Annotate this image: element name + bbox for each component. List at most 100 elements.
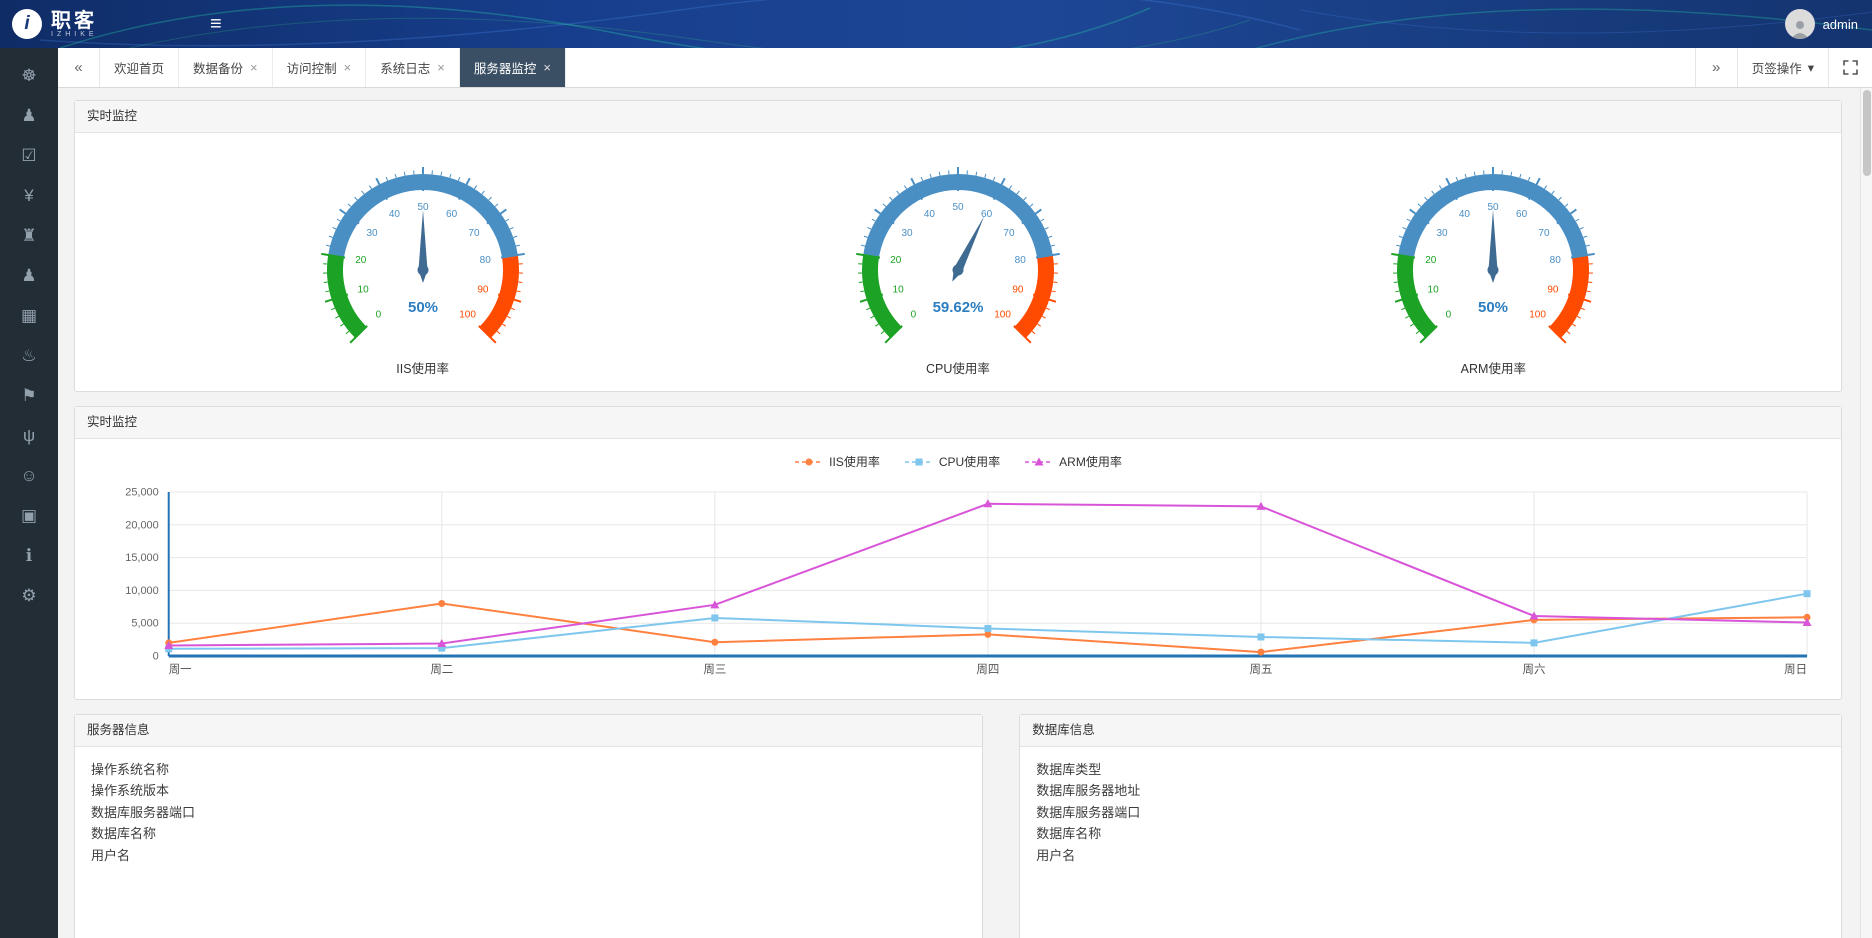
tab-3[interactable]: 系统日志× (366, 48, 460, 87)
sidebar-item-gears[interactable]: ⚙ (0, 576, 58, 616)
svg-text:0: 0 (1446, 310, 1452, 321)
realtime-gauges-panel: 实时监控 010203040506070809010050%IIS使用率0102… (74, 100, 1842, 392)
briefcase-icon: ▦ (21, 306, 37, 326)
svg-text:90: 90 (1548, 284, 1560, 295)
tab-close-icon[interactable]: × (344, 60, 352, 75)
user-group-icon: ♟ (21, 106, 36, 126)
tab-strip: 欢迎首页数据备份×访问控制×系统日志× 服务器监控 × (100, 48, 1695, 87)
scrollbar-thumb[interactable] (1863, 90, 1871, 176)
tab-close-icon[interactable]: × (543, 60, 551, 75)
line-chart: 05,00010,00015,00020,00025,000周一周二周三周四周五… (89, 480, 1827, 686)
svg-text:100: 100 (994, 310, 1011, 321)
svg-text:20: 20 (890, 255, 902, 266)
svg-text:100: 100 (459, 310, 476, 321)
fullscreen-icon (1843, 60, 1858, 75)
sidebar-item-check-square[interactable]: ☑ (0, 136, 58, 176)
svg-text:周三: 周三 (703, 663, 726, 676)
menu-toggle-icon[interactable]: ≡ (210, 0, 222, 48)
tab-4[interactable]: 服务器监控 × (460, 48, 566, 87)
username: admin (1823, 17, 1858, 32)
db-info-list: 数据库类型数据库服务器地址数据库服务器端口数据库名称用户名 (1020, 747, 1841, 938)
graduation-cap-icon: ⚑ (21, 386, 36, 406)
sidebar-item-thermometer[interactable]: ♨ (0, 336, 58, 376)
sidebar-item-display[interactable]: ▣ (0, 496, 58, 536)
user-menu[interactable]: admin (1785, 0, 1858, 48)
bank-icon: ♜ (21, 226, 36, 246)
gauge-value: 50% (1478, 299, 1508, 316)
gears-icon: ⚙ (21, 586, 36, 606)
svg-text:周四: 周四 (976, 663, 999, 676)
sidebar-item-user[interactable]: ☺ (0, 456, 58, 496)
info-row: 数据库名称 (1036, 823, 1825, 844)
chevron-down-icon: ▾ (1808, 60, 1814, 75)
tabs-scroll-right-button[interactable]: » (1695, 48, 1737, 87)
sidebar-item-team[interactable]: ♟ (0, 256, 58, 296)
tab-close-icon[interactable]: × (437, 60, 445, 75)
svg-text:10: 10 (1428, 284, 1440, 295)
panel-title: 实时监控 (75, 407, 1841, 439)
realtime-line-panel: 实时监控 IIS使用率CPU使用率ARM使用率 05,00010,00015,0… (74, 406, 1842, 700)
topbar: i 职客 IZHIKE ≡ admin (0, 0, 1872, 48)
team-icon: ♟ (21, 266, 36, 286)
sidebar-item-graduation-cap[interactable]: ⚑ (0, 376, 58, 416)
sidebar-item-yen[interactable]: ¥ (0, 176, 58, 216)
legend-label: CPU使用率 (939, 453, 1000, 470)
server-info-list: 操作系统名称操作系统版本数据库服务器端口数据库名称用户名 (75, 747, 982, 938)
svg-text:40: 40 (388, 209, 400, 220)
legend-marker-icon (794, 456, 824, 468)
check-square-icon: ☑ (21, 146, 36, 166)
svg-text:80: 80 (1015, 255, 1027, 266)
vertical-scrollbar[interactable] (1860, 88, 1872, 938)
svg-text:周日: 周日 (1784, 663, 1807, 676)
legend-item-0[interactable]: IIS使用率 (794, 453, 880, 470)
sidebar-item-briefcase[interactable]: ▦ (0, 296, 58, 336)
brand-subtitle: IZHIKE (51, 31, 98, 38)
tab-1[interactable]: 数据备份× (179, 48, 273, 87)
svg-text:70: 70 (1539, 228, 1551, 239)
svg-text:0: 0 (911, 310, 917, 321)
svg-text:0: 0 (375, 310, 381, 321)
brand-name: 职客 (51, 11, 98, 31)
svg-text:50: 50 (952, 202, 964, 213)
thermometer-icon: ♨ (21, 346, 36, 366)
svg-text:25,000: 25,000 (125, 486, 159, 498)
display-icon: ▣ (21, 506, 37, 526)
brand: i 职客 IZHIKE (12, 0, 98, 48)
svg-text:40: 40 (924, 209, 936, 220)
tabs-scroll-left-button[interactable]: « (58, 48, 100, 87)
svg-text:周二: 周二 (430, 663, 453, 676)
tab-close-icon[interactable]: × (250, 60, 258, 75)
panel-title: 服务器信息 (75, 715, 982, 747)
tab-ops-button[interactable]: 页签操作 ▾ (1737, 48, 1828, 87)
brand-logo-icon: i (12, 9, 42, 39)
avatar (1785, 9, 1815, 39)
fullscreen-button[interactable] (1828, 48, 1872, 87)
sidebar: ☸ ♟ ☑ ¥ ♜ ♟ ▦ ♨ ⚑ ψ☺ ▣ ℹ ⚙ (0, 48, 58, 938)
sidebar-item-bank[interactable]: ♜ (0, 216, 58, 256)
legend-item-1[interactable]: CPU使用率 (904, 453, 1000, 470)
tab-label: 服务器监控 (474, 58, 537, 77)
gauge-label: CPU使用率 (828, 358, 1088, 377)
sidebar-item-user-group[interactable]: ♟ (0, 96, 58, 136)
svg-text:0: 0 (153, 650, 159, 662)
info-row: 操作系统版本 (91, 780, 966, 801)
line-chart-host: 05,00010,00015,00020,00025,000周一周二周三周四周五… (89, 480, 1827, 691)
info-row: 用户名 (91, 845, 966, 866)
svg-text:60: 60 (446, 209, 458, 220)
legend-item-2[interactable]: ARM使用率 (1024, 453, 1122, 470)
tab-2[interactable]: 访问控制× (273, 48, 367, 87)
gauge-value: 59.62% (933, 299, 984, 316)
sidebar-item-sitemap[interactable]: ψ (0, 416, 58, 456)
tab-0[interactable]: 欢迎首页 (100, 48, 179, 87)
topbar-decoration-curves (0, 0, 1872, 48)
server-info-panel: 服务器信息 操作系统名称操作系统版本数据库服务器端口数据库名称用户名 (74, 714, 983, 938)
svg-text:50: 50 (417, 202, 429, 213)
sidebar-item-info[interactable]: ℹ (0, 536, 58, 576)
sidebar-item-scooter[interactable]: ☸ (0, 56, 58, 96)
tab-label: 欢迎首页 (114, 58, 164, 77)
gauge-row: 010203040506070809010050%IIS使用率010203040… (75, 133, 1841, 391)
info-row: 数据库类型 (1036, 759, 1825, 780)
svg-text:90: 90 (1012, 284, 1024, 295)
svg-text:10: 10 (357, 284, 369, 295)
gauge-iis: 010203040506070809010050%IIS使用率 (293, 157, 553, 377)
